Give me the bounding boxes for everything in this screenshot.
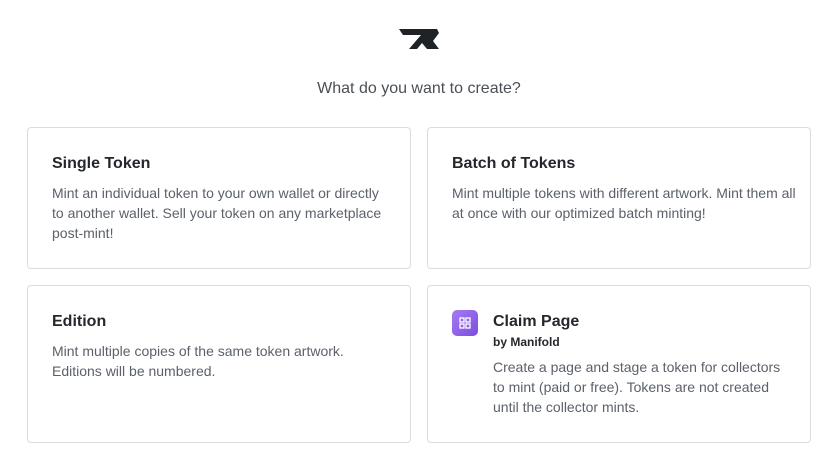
option-description: Mint multiple tokens with different artw… (452, 185, 796, 221)
option-title: Edition (52, 313, 107, 330)
option-claim-page[interactable]: Claim Page by Manifold Create a page and… (427, 285, 811, 443)
option-description: Create a page and stage a token for coll… (493, 359, 781, 415)
manifold-logo-icon (397, 27, 441, 51)
option-single-token[interactable]: Single Token Mint an individual token to… (27, 127, 411, 269)
page-question: What do you want to create? (317, 80, 521, 97)
option-description: Mint multiple copies of the same token a… (52, 343, 344, 379)
option-description: Mint an individual token to your own wal… (52, 185, 382, 241)
option-title: Claim Page (493, 313, 580, 330)
claim-page-icon (452, 310, 478, 336)
option-batch-of-tokens[interactable]: Batch of Tokens Mint multiple tokens wit… (427, 127, 811, 269)
option-edition[interactable]: Edition Mint multiple copies of the same… (27, 285, 411, 443)
option-byline: by Manifold (493, 335, 560, 349)
option-title: Single Token (52, 155, 151, 172)
option-title: Batch of Tokens (452, 155, 576, 172)
